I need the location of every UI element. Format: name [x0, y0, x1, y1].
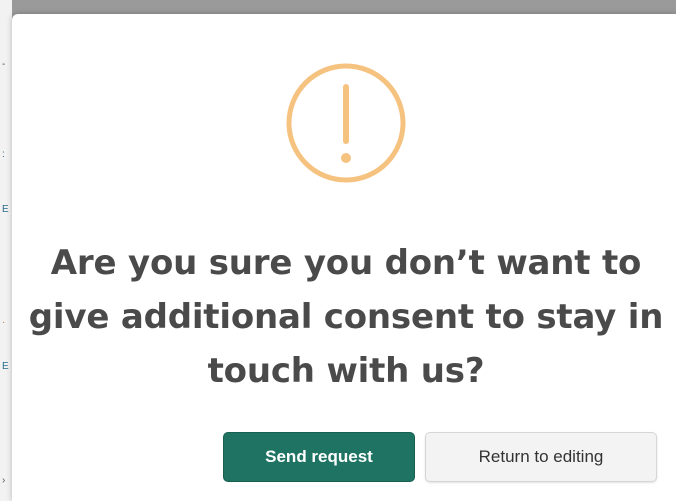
page-edge-mark: › — [2, 475, 6, 486]
dialog-title: Are you sure you don’t want to give addi… — [28, 243, 664, 391]
return-to-editing-button-label: Return to editing — [478, 447, 604, 466]
page-edge-mark: E — [2, 361, 9, 372]
page-edge-mark: E — [2, 204, 9, 215]
confirm-dialog: Are you sure you don’t want to give addi… — [12, 14, 676, 501]
exclamation-circle-icon — [286, 63, 406, 183]
send-request-button-label: Send request — [265, 447, 373, 466]
return-to-editing-button[interactable]: Return to editing — [425, 432, 657, 482]
page-edge-mark: - — [2, 59, 6, 70]
background-page-edge: - : E · E › — [0, 0, 12, 501]
page-edge-mark: · — [2, 317, 6, 328]
page-edge-mark: : — [2, 149, 5, 160]
send-request-button[interactable]: Send request — [223, 432, 415, 482]
